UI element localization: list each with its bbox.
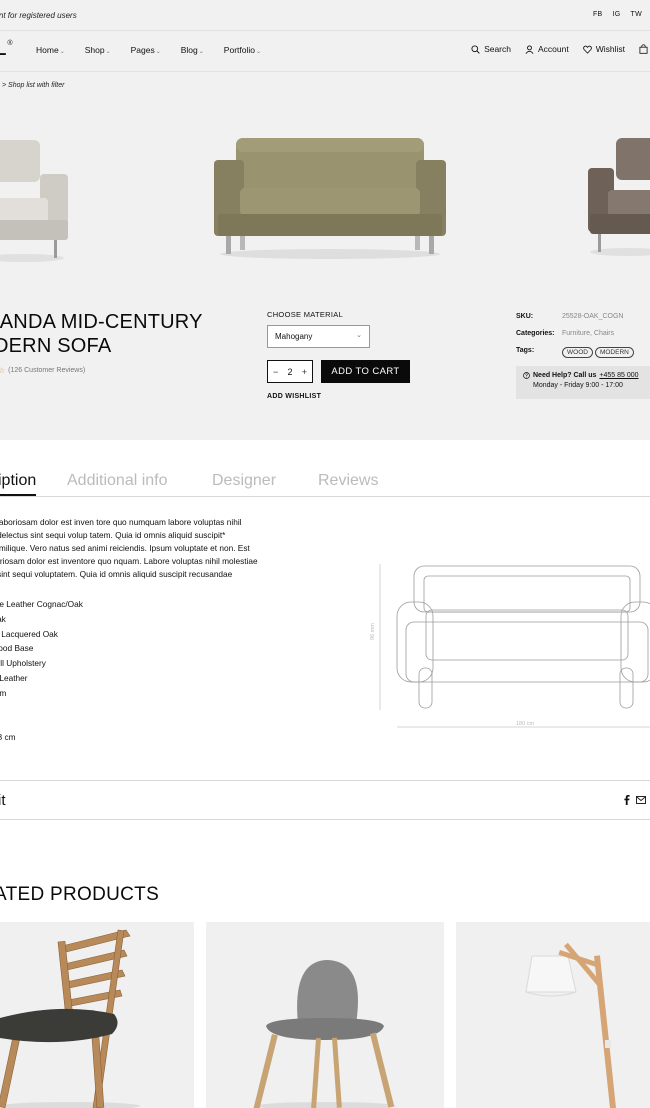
nav-item-shop[interactable]: Shop⌄	[85, 45, 111, 55]
product-image-main[interactable]	[214, 136, 446, 267]
nav-actions: Search Account Wishlist	[471, 44, 648, 54]
spec-item: ial: Lacquered Oak	[1, 628, 58, 639]
social-links: FB IG TW	[593, 11, 642, 18]
categories-value[interactable]: Furniture, Chairs	[562, 330, 614, 337]
spec-item: : 38 cm	[0, 732, 16, 743]
wishlist-button[interactable]: Wishlist	[582, 44, 625, 54]
spec-item: cm	[0, 701, 83, 716]
account-button[interactable]: Account	[525, 44, 569, 54]
quantity-value: 2	[287, 366, 293, 377]
cart-icon[interactable]	[639, 44, 648, 54]
product-image	[525, 942, 617, 1108]
product-image	[0, 929, 140, 1108]
help-hours: Monday - Friday 9:00 - 17:00	[533, 382, 623, 389]
spec-list: efine Leather Cognac/Oak Oak ial: Lacque…	[0, 597, 83, 745]
help-phone-link[interactable]: +455 85 000	[599, 372, 638, 379]
nav-menu: Home⌄ Shop⌄ Pages⌄ Blog⌄ Portfolio⌄	[36, 45, 261, 55]
product-rating[interactable]: ☆ (126 Customer Reviews)	[0, 366, 85, 375]
tab-description[interactable]: iption	[0, 472, 37, 496]
breadcrumb[interactable]: > Shop list with filter	[2, 82, 64, 89]
related-products-title: ATED PRODUCTS	[0, 884, 160, 905]
facebook-icon[interactable]	[624, 795, 630, 805]
search-button[interactable]: Search	[471, 44, 511, 54]
share-label: it	[0, 792, 6, 809]
top-bar: ount for registered users FB IG TW	[0, 0, 650, 31]
chevron-down-icon: ⌄	[105, 49, 111, 55]
star-icon: ☆	[0, 366, 6, 375]
help-icon	[523, 372, 530, 379]
add-wishlist-link[interactable]: ADD WISHLIST	[267, 393, 321, 400]
help-box: Need Help? Call us +455 85 000 Monday - …	[516, 366, 650, 399]
twitter-link[interactable]: TW	[631, 11, 642, 18]
related-product-card[interactable]	[456, 922, 650, 1108]
related-product-card[interactable]	[0, 922, 194, 1108]
dimension-drawing: 96 mm 180 cm	[366, 560, 650, 735]
height-dimension-label: 96 mm	[370, 623, 376, 640]
search-icon	[471, 44, 480, 54]
material-select[interactable]: Mahogany ⌄	[267, 325, 370, 348]
spec-item: cm	[0, 715, 83, 730]
chevron-down-icon: ⌄	[255, 49, 262, 55]
tag-modern[interactable]: MODERN	[594, 347, 634, 358]
product-image-prev[interactable]	[0, 140, 72, 270]
logo[interactable]: L®	[0, 40, 13, 60]
tags-label: Tags:	[516, 347, 535, 354]
product-tabs: iption Additional info Designer Reviews	[0, 470, 650, 497]
product-meta: SKU: 25528-OAK_COGN Categories: Furniture,…	[516, 313, 636, 364]
nav-item-home[interactable]: Home⌄	[36, 45, 65, 55]
review-count: (126 Customer Reviews)	[8, 367, 86, 374]
heart-icon	[582, 45, 592, 54]
promo-text: ount for registered users	[0, 11, 77, 20]
material-label: CHOOSE MATERIAL	[267, 310, 344, 319]
spec-item: efine Leather Cognac/Oak	[0, 599, 83, 609]
share-icons	[624, 795, 646, 805]
decrease-button[interactable]: −	[273, 367, 278, 377]
main-nav: L® Home⌄ Shop⌄ Pages⌄ Blog⌄ Portfolio⌄ S…	[0, 31, 650, 72]
add-to-cart-button[interactable]: ADD TO CART	[321, 360, 410, 383]
facebook-link[interactable]: FB	[593, 11, 603, 18]
product-image-next[interactable]	[588, 138, 650, 263]
nav-item-portfolio[interactable]: Portfolio⌄	[224, 45, 261, 55]
chevron-down-icon: ⌄	[198, 49, 204, 55]
tab-designer[interactable]: Designer	[212, 472, 276, 490]
product-title: IANDA MID-CENTURY DERN SOFA	[0, 311, 203, 357]
mail-icon[interactable]	[636, 796, 646, 804]
chevron-down-icon: ⌄	[59, 49, 65, 55]
tab-additional-info[interactable]: Additional info	[67, 472, 168, 490]
instagram-link[interactable]: IG	[613, 11, 621, 18]
description-text: ex laboriosam dolor est inven tore quo n…	[0, 517, 258, 579]
nav-item-pages[interactable]: Pages⌄	[131, 45, 161, 55]
spec-item: Full Upholstery	[0, 658, 46, 669]
chevron-down-icon: ⌄	[356, 332, 362, 339]
tag-wood[interactable]: WOOD	[562, 347, 593, 358]
product-image	[253, 960, 396, 1108]
quantity-stepper[interactable]: − 2 +	[267, 360, 313, 383]
tab-reviews[interactable]: Reviews	[318, 472, 378, 490]
spec-item: ,4 cm	[0, 687, 7, 698]
sku-value: 25528-OAK_COGN	[562, 313, 624, 320]
share-bar: it	[0, 780, 650, 820]
product-hero: > Shop list with filter IANDA MID-CENTUR…	[0, 72, 650, 440]
related-product-card[interactable]	[206, 922, 444, 1108]
increase-button[interactable]: +	[302, 367, 307, 377]
categories-label: Categories:	[516, 330, 555, 337]
spec-item: Wood Base	[0, 643, 34, 654]
width-dimension-label: 180 cm	[516, 721, 534, 727]
chevron-down-icon: ⌄	[155, 49, 161, 55]
user-icon	[525, 44, 534, 54]
sku-label: SKU:	[516, 313, 534, 320]
spec-item: Oak	[0, 613, 6, 624]
spec-item: al: Leather	[0, 672, 28, 683]
nav-item-blog[interactable]: Blog⌄	[181, 45, 204, 55]
